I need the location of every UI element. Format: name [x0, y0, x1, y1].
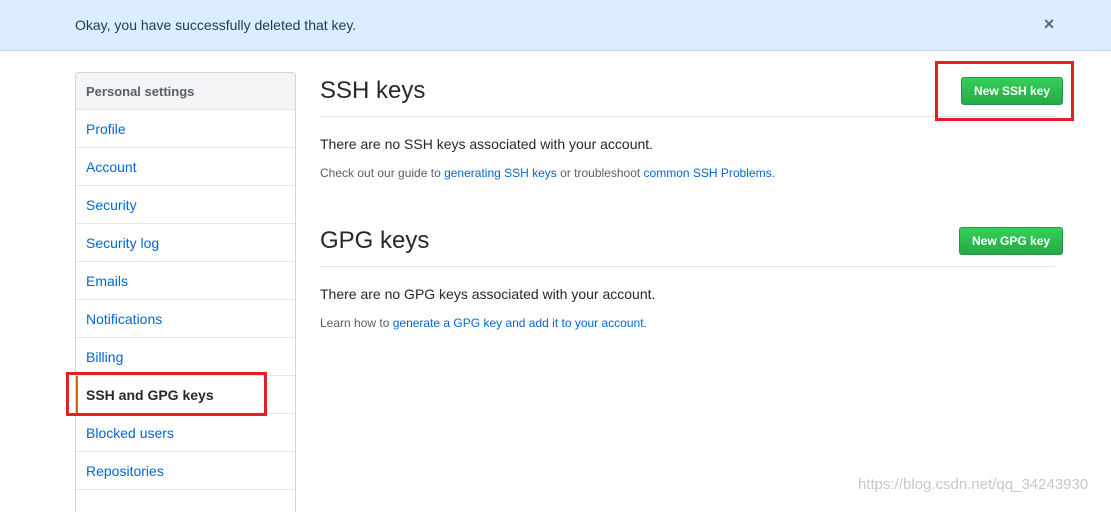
sidebar-item-repositories[interactable]: Repositories: [76, 452, 295, 490]
gpg-section-divider: [320, 266, 1055, 267]
settings-sidebar: Personal settings Profile Account Securi…: [75, 72, 296, 512]
gpg-empty-message: There are no GPG keys associated with yo…: [320, 286, 656, 302]
ssh-note-prefix: Check out our guide to: [320, 166, 445, 180]
generate-gpg-key-link[interactable]: generate a GPG key and add it to your ac…: [393, 316, 644, 330]
ssh-gpg-keys-highlight: [66, 372, 267, 416]
watermark-text: https://blog.csdn.net/qq_34243930: [858, 476, 1089, 493]
common-ssh-problems-link[interactable]: common SSH Problems: [644, 166, 772, 180]
flash-message: Okay, you have successfully deleted that…: [75, 17, 357, 33]
gpg-note-prefix: Learn how to: [320, 316, 393, 330]
sidebar-header: Personal settings: [76, 73, 295, 110]
gpg-note-suffix: .: [643, 316, 647, 330]
new-gpg-key-button[interactable]: New GPG key: [959, 227, 1064, 255]
ssh-guide-note: Check out our guide to generating SSH ke…: [320, 166, 775, 180]
close-icon[interactable]: ×: [1040, 15, 1058, 33]
sidebar-item-emails[interactable]: Emails: [76, 262, 295, 300]
sidebar-item-security[interactable]: Security: [76, 186, 295, 224]
ssh-note-middle: or troubleshoot: [556, 166, 644, 180]
ssh-keys-title: SSH keys: [320, 77, 426, 104]
sidebar-item-account[interactable]: Account: [76, 148, 295, 186]
generating-ssh-keys-link[interactable]: generating SSH keys: [444, 166, 557, 180]
ssh-empty-message: There are no SSH keys associated with yo…: [320, 136, 654, 152]
sidebar-item-billing[interactable]: Billing: [76, 338, 295, 376]
sidebar-item-blocked-users[interactable]: Blocked users: [76, 414, 295, 452]
gpg-keys-title: GPG keys: [320, 227, 430, 254]
sidebar-item-profile[interactable]: Profile: [76, 110, 295, 148]
ssh-note-suffix: .: [771, 166, 775, 180]
new-ssh-key-highlight: [935, 61, 1074, 121]
gpg-guide-note: Learn how to generate a GPG key and add …: [320, 316, 647, 330]
flash-banner: Okay, you have successfully deleted that…: [0, 0, 1111, 51]
sidebar-item-notifications[interactable]: Notifications: [76, 300, 295, 338]
sidebar-item-security-log[interactable]: Security log: [76, 224, 295, 262]
